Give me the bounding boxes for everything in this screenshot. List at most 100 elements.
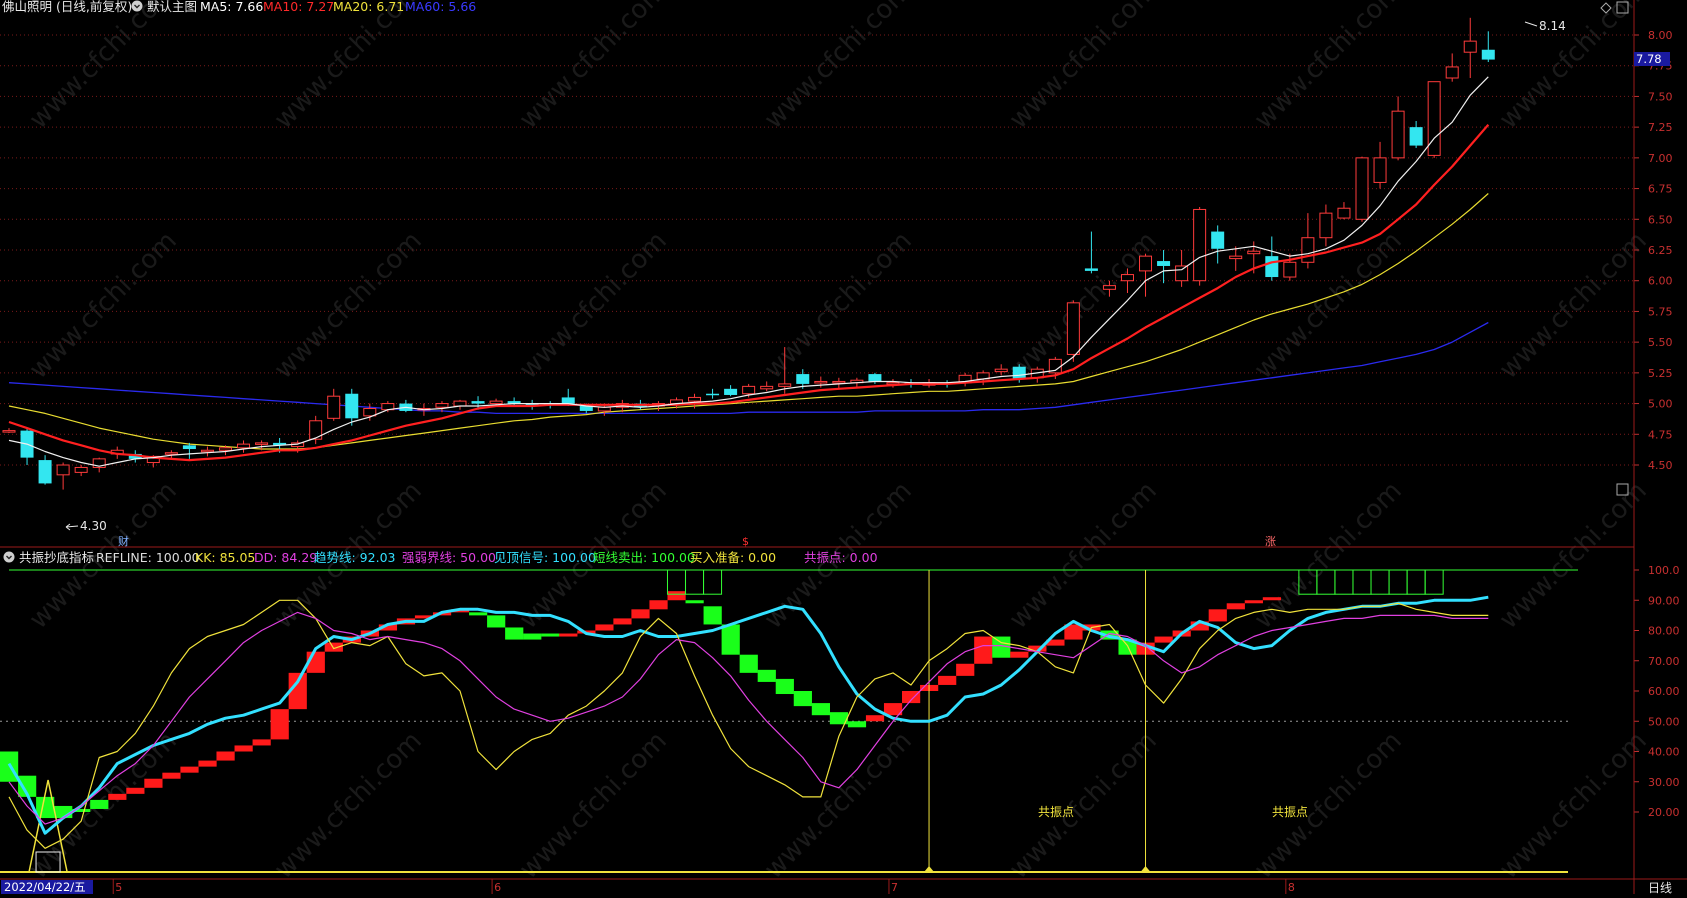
candle-body-up [760,385,774,390]
indicator-settings-icon[interactable] [3,551,15,563]
rising-bar [162,772,181,779]
candle-body-up [1301,237,1315,263]
falling-bar [793,691,812,707]
candle-body-up [255,442,269,445]
indicator-tick-label: 20.00 [1648,806,1680,819]
chart-root: www.cfchi.com www.cfchi.com www.cfchi.com w… [0,0,1687,895]
candle-body-up [218,447,232,451]
candle-body-up [1193,208,1207,282]
rising-bar [667,591,686,601]
date-label: 2022/04/22/五 [4,880,86,894]
price-tick-label: 4.75 [1648,428,1673,441]
rising-bar [1154,636,1173,643]
candle-body-down [1481,49,1495,60]
price-tick-label: 4.50 [1648,459,1673,472]
price-tick-label: 5.50 [1648,336,1673,349]
refline-readout: REFLINE: 100.00 [96,550,200,565]
candle-body-up [1463,40,1477,53]
period-label[interactable]: 日线 [1648,881,1672,895]
settings-icon[interactable] [131,0,143,12]
rising-bar [1262,597,1281,601]
candle-body-up [832,380,846,384]
rise-marker[interactable]: 涨 [1265,535,1276,548]
indicator-tick-label: 100.0 [1648,564,1680,577]
candle-body-up [1355,157,1369,220]
stock-chart-svg: www.cfchi.com www.cfchi.com www.cfchi.com w… [0,0,1687,895]
falling-bar [847,721,867,728]
rising-bar [631,609,650,619]
indicator-title: 共振抄底指标 [19,550,94,565]
indicator-name[interactable]: 默认主图 [147,0,197,14]
candle-body-up [489,400,503,405]
candle-body-up [1337,207,1351,219]
buy-ready-readout: 买入准备: 0.00 [690,550,776,565]
rising-bar [270,709,289,740]
candle-body-up [994,368,1008,373]
candle-body-up [1373,157,1387,183]
candle-body-up [164,452,178,455]
price-tick-label: 7.25 [1648,121,1673,134]
falling-bar [487,615,506,628]
price-tick-label: 5.00 [1648,398,1673,411]
rising-bar [938,675,957,685]
month-tick-label: 6 [494,881,501,894]
dollar-marker[interactable]: $ [742,535,749,548]
candle-body-up [814,380,828,384]
ma10-readout: MA10: 7.27 [263,0,334,14]
candle-body-down [38,460,52,484]
candle-body-up [1391,110,1405,159]
indicator-tick-label: 90.00 [1648,594,1680,607]
candle-body-down [1265,256,1279,278]
resonance-label-1: 共振点 [1038,805,1074,819]
candle-body-up [435,403,449,408]
candle-body-up [200,449,214,453]
indicator-tick-label: 50.00 [1648,715,1680,728]
candle-body-down [706,393,720,396]
candle-body-up [1066,302,1080,355]
current-price-label: 7.78 [1636,52,1662,66]
falling-bar [469,612,488,616]
price-tick-label: 8.00 [1648,29,1673,42]
price-tick-label: 6.50 [1648,213,1673,226]
rising-bar [1244,600,1263,604]
finance-marker[interactable]: 财 [118,534,129,548]
high-price-label: 8.14 [1539,19,1566,33]
candle-body-up [327,395,341,419]
falling-bar [721,624,740,655]
falling-bar [703,606,722,625]
candle-body-up [1120,274,1134,282]
rising-bar [1226,603,1245,610]
month-tick-label: 7 [891,881,898,894]
falling-bar [685,600,704,604]
candle-body-down [868,374,882,382]
candle-body-down [796,374,810,384]
price-tick-label: 6.25 [1648,244,1673,257]
candle-body-down [1157,261,1171,266]
indicator-tick-label: 80.00 [1648,625,1680,638]
price-tick-label: 5.75 [1648,305,1673,318]
rising-bar [216,751,235,761]
candle-body-down [561,397,575,404]
candle-body-down [724,388,738,395]
dd-readout: DD: 84.29 [254,550,317,565]
candle-body-up [1102,285,1116,290]
strong-weak-readout: 强弱界线: 50.00 [402,550,496,565]
candle-body-up [688,396,702,402]
falling-bar [505,627,524,640]
falling-bar [90,799,109,809]
ma20-readout: MA20: 6.71 [333,0,404,14]
candle-body-up [1139,255,1153,272]
indicator-tick-label: 60.00 [1648,685,1680,698]
falling-bar [523,633,542,640]
month-tick-label: 5 [115,881,122,894]
rising-bar [1208,609,1227,622]
candle-body-up [1283,261,1297,278]
price-tick-label: 5.25 [1648,367,1673,380]
falling-bar [775,678,794,695]
stock-title: 佛山照明 (日线,前复权) [2,0,132,14]
candle-body-up [742,385,756,395]
falling-bar [811,703,830,716]
candle-body-up [237,443,251,449]
rising-bar [613,618,632,625]
candle-body-down [1012,366,1026,379]
